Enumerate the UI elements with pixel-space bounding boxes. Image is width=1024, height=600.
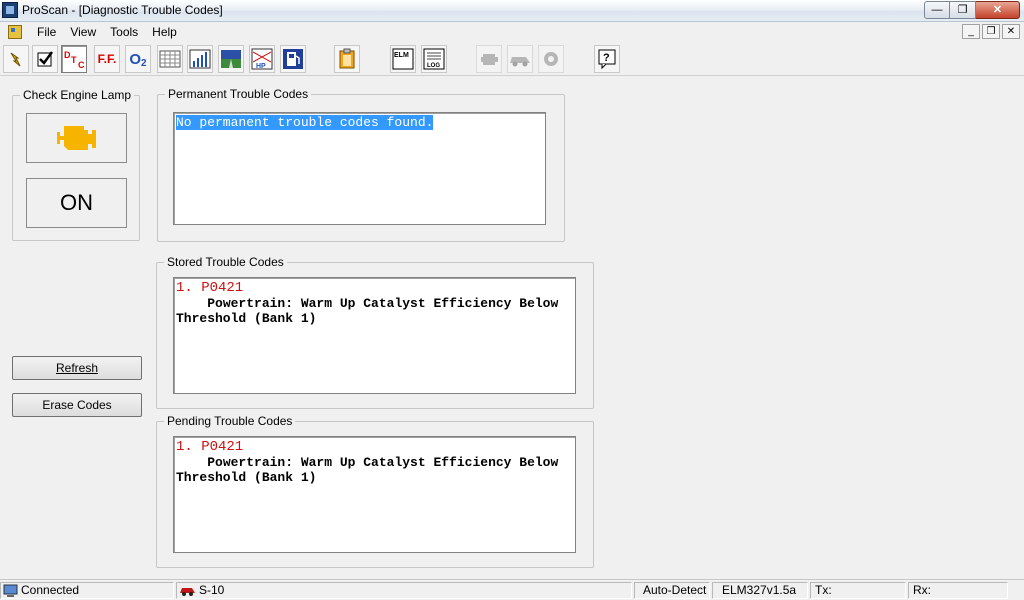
horsepower-button[interactable]: HP [249, 45, 275, 73]
computer-icon [3, 584, 18, 597]
svg-text:D: D [64, 50, 71, 60]
svg-text:ELM: ELM [394, 52, 409, 59]
lamp-state: ON [26, 178, 127, 228]
gear-icon [544, 52, 558, 66]
vehicle-text: S-10 [199, 583, 225, 597]
dtc-icon: D T C [64, 50, 85, 70]
permanent-codes-textbox[interactable]: No permanent trouble codes found. [173, 112, 546, 225]
erase-codes-button[interactable]: Erase Codes [12, 393, 142, 417]
elm-terminal-button[interactable]: ELM [390, 45, 416, 73]
stored-codes-textbox[interactable]: 1. P0421 Powertrain: Warm Up Catalyst Ef… [173, 277, 576, 394]
child-minimize-button[interactable]: _ [962, 24, 980, 39]
grid-icon [159, 50, 181, 68]
close-button[interactable]: ✕ [976, 1, 1020, 19]
lamp-indicator [26, 113, 127, 163]
o2-sensor-button[interactable]: O2 [125, 45, 151, 73]
clipboard-button[interactable] [334, 45, 360, 73]
readiness-button[interactable] [32, 45, 58, 73]
check-engine-lamp-label: Check Engine Lamp [20, 88, 135, 102]
log-button[interactable]: LOG [421, 45, 447, 73]
connect-button[interactable] [3, 45, 29, 73]
child-close-button[interactable]: ✕ [1002, 24, 1020, 39]
tx-status: Tx: [810, 582, 906, 599]
clipboard-icon [339, 48, 355, 69]
pending-code-description: Powertrain: Warm Up Catalyst Efficiency … [176, 455, 559, 485]
status-bar: Connected S-10 Auto-Detect ELM327v1.5a T… [0, 579, 1024, 600]
menu-bar: File View Tools Help _ ❐ ✕ [0, 22, 1024, 42]
permanent-codes-label: Permanent Trouble Codes [165, 87, 312, 101]
maximize-button[interactable]: ❐ [950, 1, 976, 19]
data-grid-button[interactable] [157, 45, 183, 73]
erase-codes-label: Erase Codes [42, 398, 112, 412]
menu-file[interactable]: File [30, 25, 63, 39]
title-bar: ProScan - [Diagnostic Trouble Codes] — ❐… [0, 0, 1024, 22]
road-icon [221, 50, 241, 68]
svg-text:C: C [78, 60, 85, 70]
svg-text:LOG: LOG [427, 63, 440, 69]
car-icon [510, 57, 530, 67]
menu-help[interactable]: Help [145, 25, 184, 39]
settings-button[interactable] [538, 45, 564, 73]
bar-graph-icon [189, 49, 211, 69]
freeze-frame-button[interactable]: F.F. [94, 45, 120, 73]
toolbar: D T C F.F. O2 HP ELM LOG ? [0, 42, 1024, 76]
refresh-button[interactable]: Refresh [12, 356, 142, 380]
svg-text:HP: HP [256, 63, 266, 70]
stored-code: 1. P0421 [176, 280, 244, 296]
help-button[interactable]: ? [594, 45, 620, 73]
connection-status: Connected [0, 582, 174, 599]
engine-icon [481, 54, 498, 65]
pending-codes-label: Pending Trouble Codes [164, 414, 296, 428]
interface-status: ELM327v1.5a [712, 582, 808, 599]
graph-button[interactable] [187, 45, 213, 73]
checkbox-icon [37, 51, 54, 67]
protocol-status: Auto-Detect [634, 582, 710, 599]
refresh-label: Refresh [55, 361, 99, 375]
menu-tools[interactable]: Tools [103, 25, 145, 39]
rx-status: Rx: [908, 582, 1008, 599]
window-controls: — ❐ ✕ [924, 1, 1020, 19]
dashboard-button[interactable] [218, 45, 244, 73]
child-restore-button[interactable]: ❐ [982, 24, 1000, 39]
svg-text:?: ? [603, 52, 610, 64]
stored-code-description: Powertrain: Warm Up Catalyst Efficiency … [176, 296, 559, 326]
fuel-pump-icon [283, 49, 303, 69]
fuel-button[interactable] [280, 45, 306, 73]
minimize-button[interactable]: — [924, 1, 950, 19]
lightning-icon [10, 52, 21, 67]
o2-label: O [129, 50, 142, 68]
car-status-icon [180, 588, 195, 596]
stored-codes-label: Stored Trouble Codes [164, 255, 287, 269]
window-title: ProScan - [Diagnostic Trouble Codes] [22, 3, 223, 17]
permanent-codes-text: No permanent trouble codes found. [176, 115, 434, 130]
app-icon [2, 2, 18, 18]
svg-text:T: T [71, 55, 77, 65]
log-icon: LOG [423, 48, 445, 70]
terminal-icon: ELM [392, 48, 414, 70]
menu-view[interactable]: View [63, 25, 103, 39]
pending-code: 1. P0421 [176, 439, 244, 455]
dtc-button[interactable]: D T C [61, 45, 87, 73]
vehicle-button[interactable] [507, 45, 533, 73]
horsepower-icon: HP [251, 48, 273, 70]
pending-codes-textbox[interactable]: 1. P0421 Powertrain: Warm Up Catalyst Ef… [173, 436, 576, 553]
engine-button[interactable] [476, 45, 502, 73]
help-icon: ? [598, 49, 616, 70]
o2-subscript: 2 [141, 57, 147, 69]
check-engine-icon [56, 126, 96, 150]
vehicle-status: S-10 [176, 582, 632, 599]
connection-text: Connected [21, 583, 80, 597]
document-icon[interactable] [8, 25, 22, 39]
